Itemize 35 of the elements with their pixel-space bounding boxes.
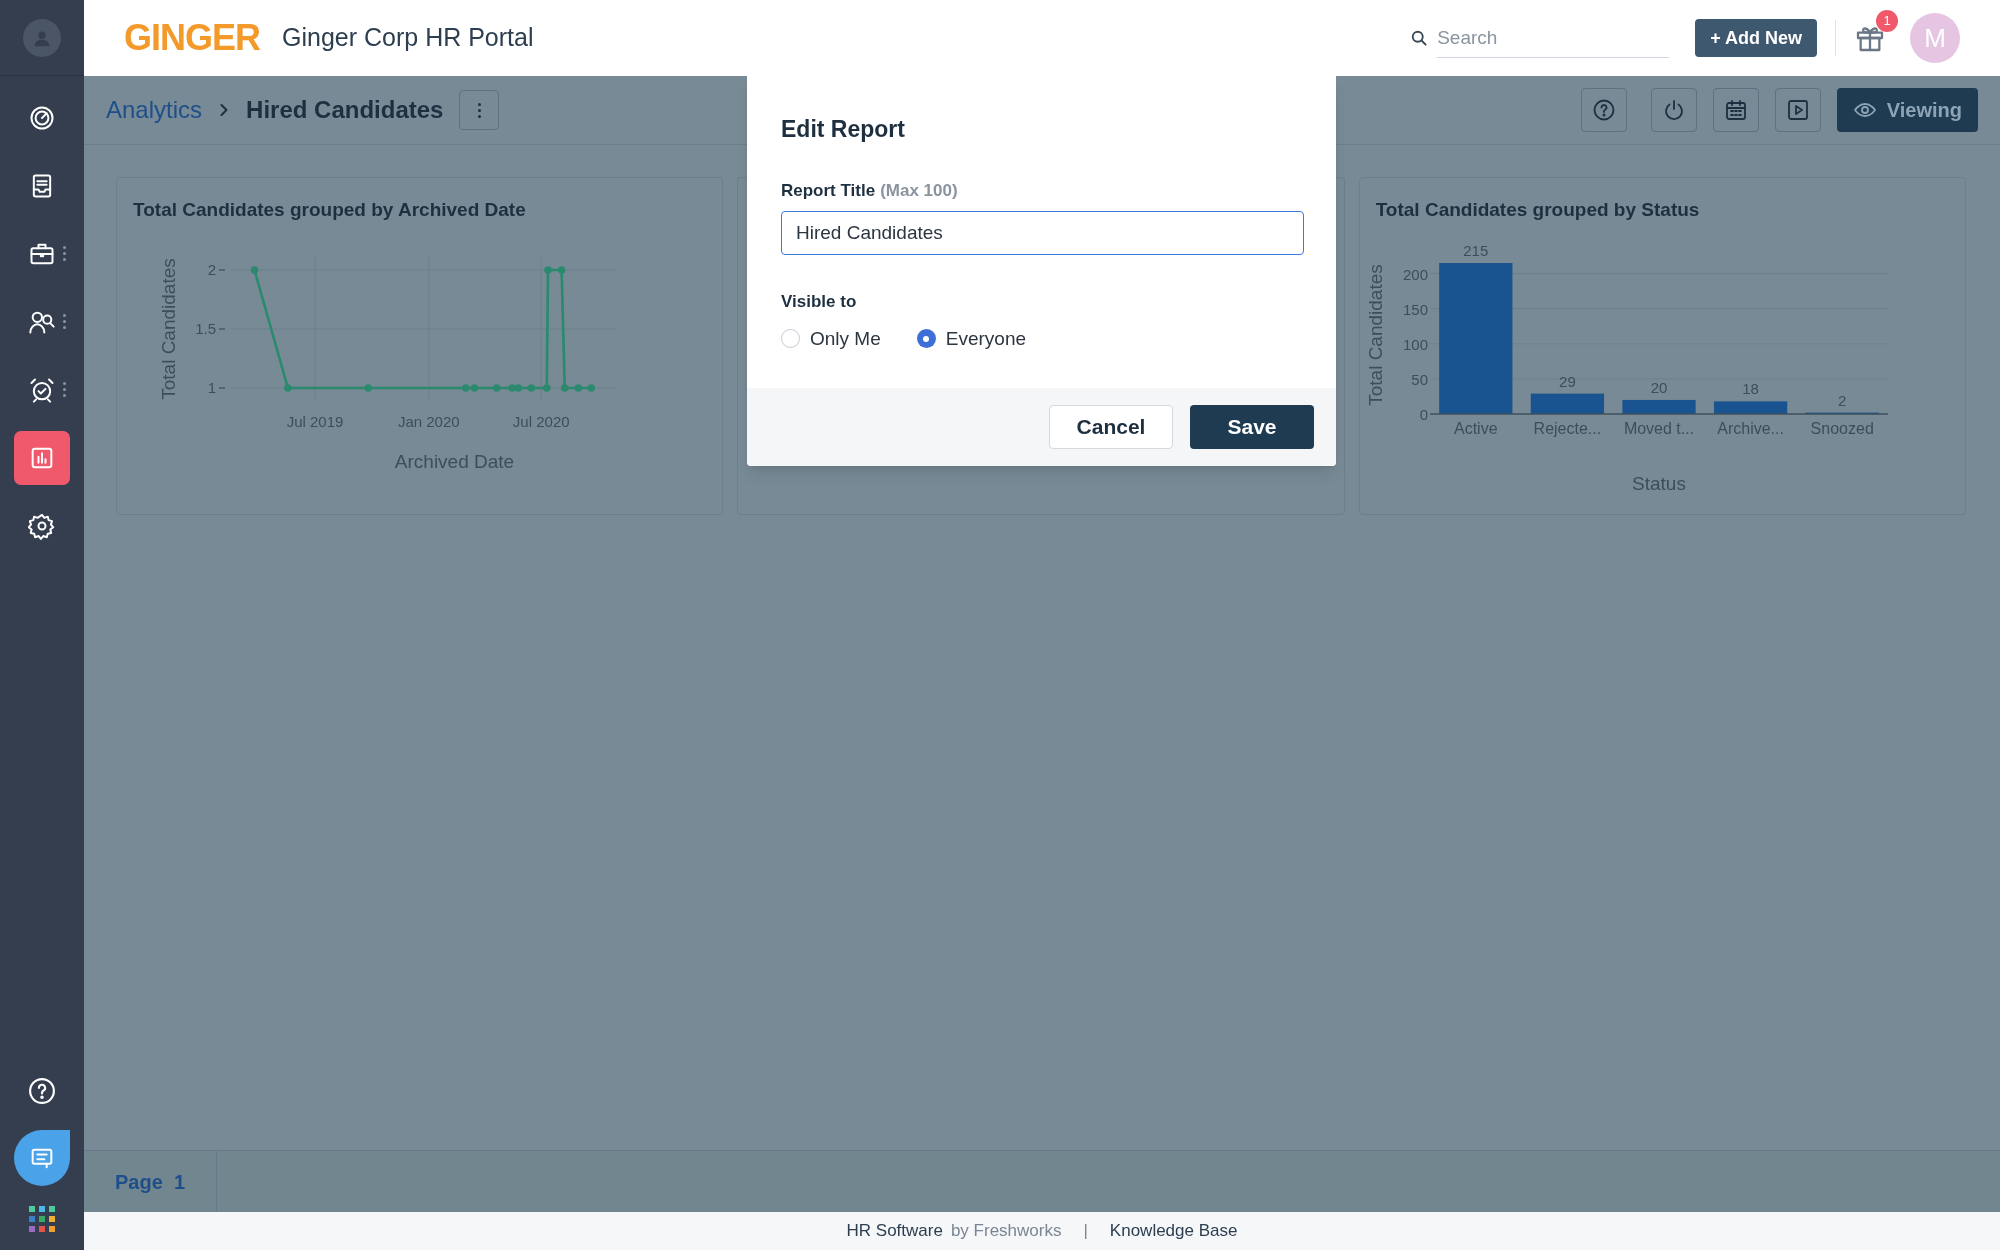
field-label: Visible to	[781, 291, 858, 313]
tick-label: 0	[1419, 406, 1428, 423]
category-label: Active	[1453, 420, 1498, 437]
tick-label: Jan 2020	[397, 413, 460, 430]
category-label: Archive...	[1716, 420, 1784, 437]
portal-title: Ginger Corp HR Portal	[282, 22, 534, 54]
data-label: 215	[1462, 242, 1488, 259]
chart-title: Total Candidates grouped by Archived Date	[132, 198, 527, 222]
tick-label: Jul 2020	[512, 413, 570, 430]
dialog-title: Edit Report	[781, 115, 906, 144]
tick-label: Jul 2019	[286, 413, 344, 430]
axis-label: Status	[1631, 473, 1686, 494]
tick-label: 2	[207, 261, 216, 278]
tick-label: 50	[1410, 370, 1428, 388]
axis-label: Total Candidates	[158, 258, 179, 400]
tick-label: 1	[207, 379, 216, 396]
tick-label: 150	[1402, 300, 1428, 318]
category-label: Rejecte...	[1533, 420, 1601, 437]
category-label: Moved t...	[1623, 420, 1694, 437]
tick-label: 100	[1402, 335, 1428, 353]
field-hint: (Max 100)	[880, 179, 958, 202]
notification-badge: 1	[1876, 10, 1898, 32]
separator: |	[1083, 1220, 1088, 1243]
data-label: 18	[1741, 380, 1759, 398]
tick-label: 1.5	[195, 320, 216, 337]
chart-title: Total Candidates grouped by Status	[1374, 198, 1701, 222]
axis-label: Total Candidates	[1364, 264, 1386, 406]
data-label: 20	[1650, 378, 1667, 396]
tick-label: 200	[1402, 265, 1428, 283]
data-label: 29	[1558, 372, 1576, 390]
field-label: Report Title	[781, 179, 876, 202]
data-label: 2	[1837, 391, 1847, 409]
category-label: Snoozed	[1810, 420, 1874, 437]
axis-label: Archived Date	[394, 451, 515, 472]
breadcrumb-current: Hired Candidates	[246, 95, 444, 125]
